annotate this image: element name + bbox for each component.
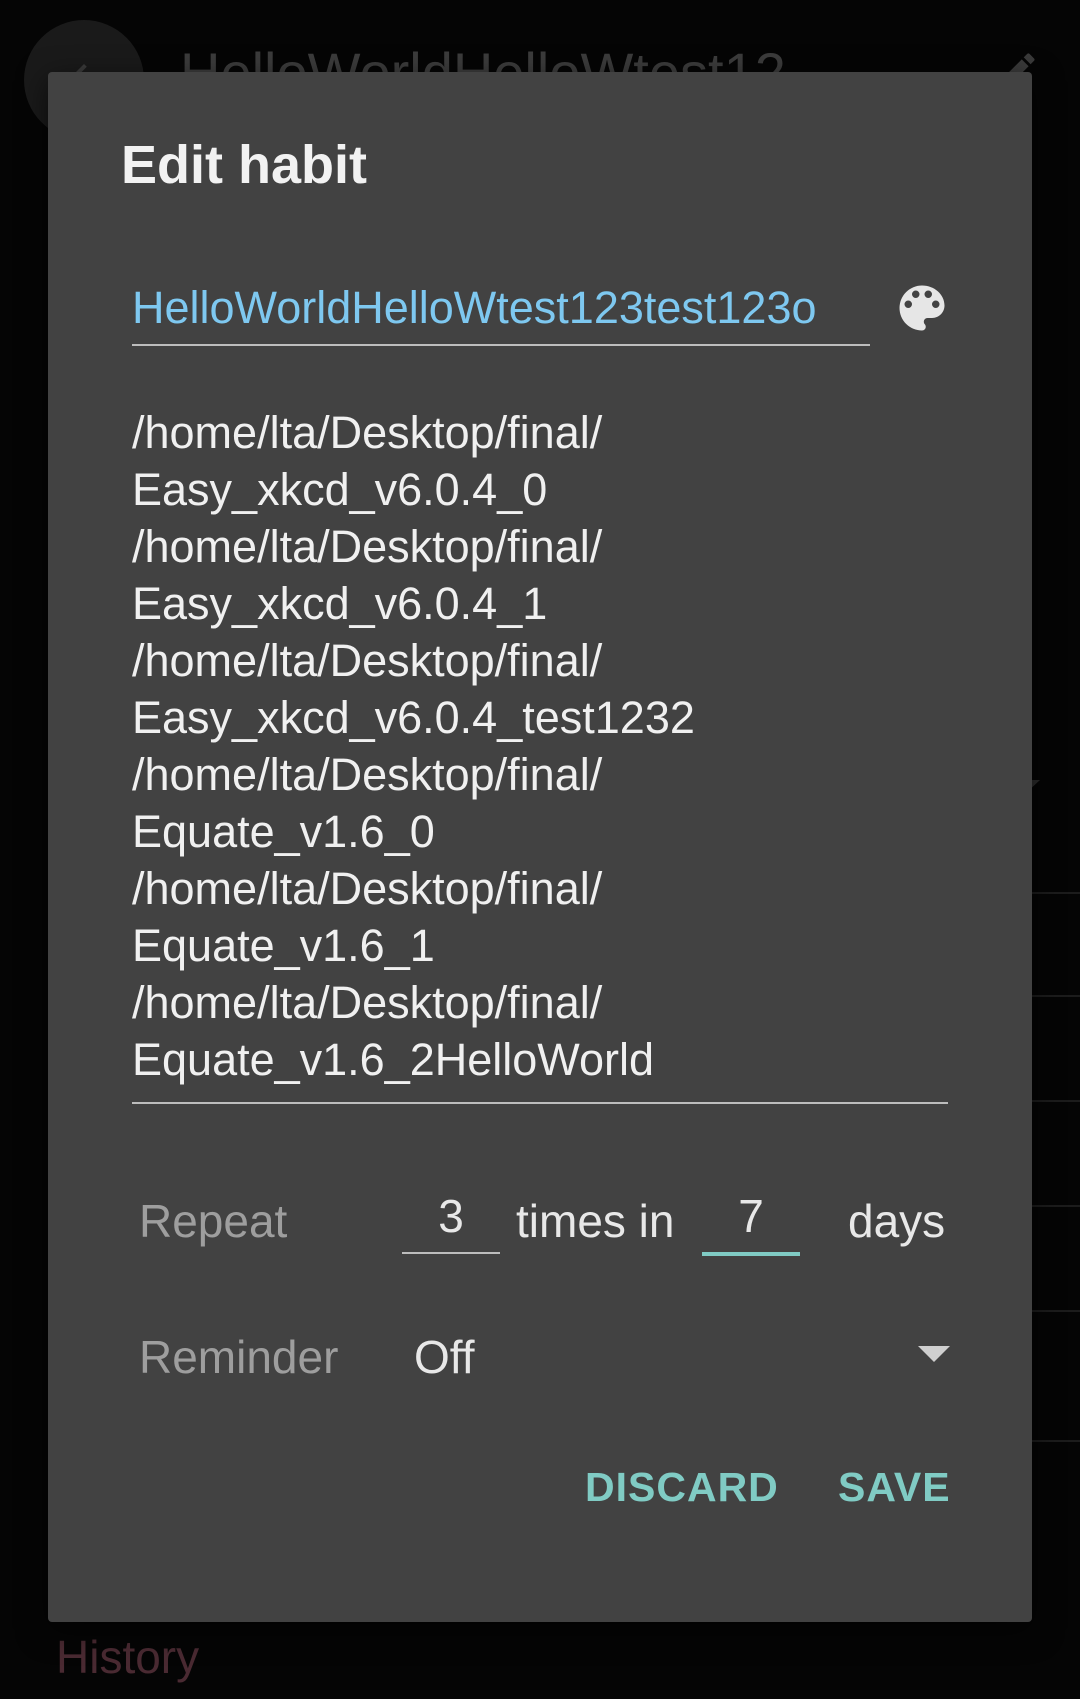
reminder-label: Reminder — [139, 1331, 339, 1383]
reminder-value: Off — [414, 1331, 475, 1383]
habit-description-input[interactable]: /home/lta/Desktop/final/ Easy_xkcd_v6.0.… — [132, 404, 948, 1104]
repeat-times-input[interactable]: 3 — [402, 1180, 500, 1254]
chevron-down-icon — [918, 1346, 950, 1369]
description-line: /home/lta/Desktop/final/ — [132, 863, 603, 914]
dialog-title: Edit habit — [121, 135, 367, 195]
edit-habit-dialog: Edit habit HelloWorldHelloWtest123test12… — [48, 72, 1032, 1622]
save-button[interactable]: SAVE — [838, 1464, 951, 1511]
habit-name-input[interactable]: HelloWorldHelloWtest123test123o — [132, 272, 870, 346]
days-label: days — [848, 1195, 946, 1247]
times-in-label: times in — [516, 1195, 675, 1247]
description-line: Easy_xkcd_v6.0.4_1 — [132, 578, 548, 629]
background-divider — [1032, 1205, 1080, 1207]
discard-button[interactable]: DISCARD — [585, 1464, 779, 1511]
description-line: Easy_xkcd_v6.0.4_0 — [132, 464, 548, 515]
background-divider — [1032, 995, 1080, 997]
description-line: /home/lta/Desktop/final/ — [132, 635, 603, 686]
reminder-select[interactable]: Off — [414, 1312, 954, 1402]
description-line: Equate_v1.6_1 — [132, 920, 435, 971]
repeat-days-input[interactable]: 7 — [702, 1180, 800, 1256]
palette-icon[interactable] — [892, 278, 952, 338]
description-line: /home/lta/Desktop/final/ — [132, 521, 603, 572]
description-line: /home/lta/Desktop/final/ — [132, 749, 603, 800]
screen: HelloWorldHelloWtest12 History Edit habi… — [0, 0, 1080, 1699]
background-divider — [1032, 892, 1080, 894]
description-line: /home/lta/Desktop/final/ — [132, 977, 603, 1028]
background-divider — [1032, 1100, 1080, 1102]
background-divider — [1032, 1440, 1080, 1442]
description-line: Equate_v1.6_0 — [132, 806, 435, 857]
history-section-label: History — [56, 1631, 200, 1683]
repeat-label: Repeat — [139, 1195, 288, 1247]
background-divider — [1032, 1310, 1080, 1312]
description-line: Equate_v1.6_2HelloWorld — [132, 1034, 655, 1085]
description-line: /home/lta/Desktop/final/ — [132, 407, 603, 458]
description-line: Easy_xkcd_v6.0.4_test1232 — [132, 692, 695, 743]
